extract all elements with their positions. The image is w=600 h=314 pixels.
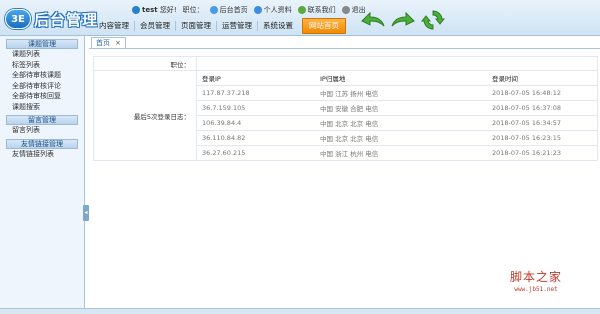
- logo-text: 后台管理: [34, 10, 99, 29]
- forward-arrow-icon[interactable]: [390, 9, 416, 31]
- nav-pages[interactable]: 页面管理: [176, 21, 217, 31]
- cell-ip: 36.27.60.215: [202, 148, 246, 157]
- sidebar-group-title[interactable]: 课题管理: [6, 39, 78, 49]
- watermark-title: 脚本之家: [510, 270, 563, 284]
- cell-location: 中国 江苏 扬州 电信: [315, 85, 487, 101]
- table-row: 117.87.37.218 中国 江苏 扬州 电信 2018-07-05 16:…: [197, 85, 597, 101]
- home-link-label: 后台首页: [219, 6, 248, 14]
- refresh-icon[interactable]: [420, 9, 446, 31]
- tab-bar: 首页 ×: [89, 36, 600, 49]
- sidebar-item-tag-list[interactable]: 标签列表: [0, 60, 84, 71]
- back-arrow-icon[interactable]: [360, 9, 386, 31]
- sidebar-item-pending-comments[interactable]: 全部待审核评论: [0, 81, 84, 92]
- nav-operations[interactable]: 运营管理: [217, 21, 258, 31]
- watermark: 脚本之家 www.jb51.net: [510, 268, 562, 293]
- person-icon: [253, 6, 262, 14]
- logout-icon: [341, 6, 350, 14]
- cell-ip: 117.87.37.218: [197, 85, 315, 101]
- logo: 3E 后台管理: [5, 8, 98, 30]
- toolbar: [360, 9, 450, 31]
- watermark-url: www.jb51.net: [514, 286, 558, 293]
- bottom-bar: [0, 308, 600, 314]
- nav-settings[interactable]: 系统设置: [258, 21, 298, 31]
- profile-link[interactable]: 个人资料: [253, 5, 292, 15]
- cell-time: 2018-07-05 16:34:57: [487, 115, 597, 131]
- sidebar-group-links: 友情链接管理 友情链接列表: [0, 138, 84, 160]
- close-icon[interactable]: ×: [115, 39, 121, 47]
- table-row: 36.7.159.105 中国 安徽 合肥 电信 2018-07-05 16:3…: [197, 100, 597, 116]
- sidebar-item-topic-list[interactable]: 课题列表: [0, 49, 84, 60]
- sidebar-item-topic-search[interactable]: 课题搜索: [0, 102, 84, 113]
- sidebar-item-pending-topics[interactable]: 全部待审核课题: [0, 70, 84, 81]
- sidebar: 课题管理 课题列表 标签列表 全部待审核课题 全部待审核评论 全部待审核回复 课…: [0, 36, 85, 308]
- cell-ip: 36.110.84.82: [197, 130, 315, 146]
- tab-home-label: 首页: [96, 39, 110, 47]
- home-link[interactable]: 后台首页: [209, 5, 248, 15]
- info-table: 职位： 最后5次登录日志： 登录IP IP归属地 登录时间 117.87.37.…: [93, 56, 598, 161]
- column-header: 登录时间: [487, 71, 597, 86]
- cell-location: 中国 北京 北京 电信: [315, 130, 487, 146]
- sidebar-item-pending-replies[interactable]: 全部待审核回复: [0, 91, 84, 102]
- contact-link-label: 联系我们: [307, 6, 336, 14]
- role-field-value: [196, 56, 598, 71]
- contact-link[interactable]: 联系我们: [297, 5, 336, 15]
- header: 3E 后台管理 test 您好! 职位： 后台首页 个人资料 联系我们 退出 内…: [0, 0, 600, 36]
- user-icon: [132, 6, 140, 14]
- sidebar-group-messages: 留言管理 留言列表: [0, 115, 84, 136]
- table-row: 36.110.84.82 中国 北京 北京 电信 2018-07-05 16:2…: [197, 130, 597, 146]
- sidebar-item-friend-links[interactable]: 友情链接列表: [0, 149, 84, 160]
- site-home-button[interactable]: 网站首页: [302, 18, 346, 34]
- table-header: 登录IP IP归属地 登录时间: [197, 71, 597, 86]
- greeting: 您好!: [159, 6, 177, 14]
- profile-link-label: 个人资料: [263, 6, 292, 14]
- logo-mark: 3E: [5, 9, 31, 29]
- home-icon: [209, 6, 218, 14]
- user-info: test 您好!: [132, 5, 177, 15]
- username: test: [142, 6, 158, 14]
- top-nav: 内容管理 会员管理 页面管理 运营管理 系统设置 网站首页: [94, 18, 346, 34]
- user-bar: test 您好! 职位： 后台首页 个人资料 联系我们 退出: [132, 5, 372, 15]
- cell-location: 中国 浙江 杭州 电信: [320, 149, 379, 158]
- nav-content[interactable]: 内容管理: [94, 21, 135, 31]
- sidebar-group-topics: 课题管理 课题列表 标签列表 全部待审核课题 全部待审核评论 全部待审核回复 课…: [0, 39, 84, 112]
- role-label: 职位：: [182, 6, 204, 14]
- tab-home[interactable]: 首页 ×: [91, 37, 126, 48]
- content: 职位： 最后5次登录日志： 登录IP IP归属地 登录时间 117.87.37.…: [93, 56, 598, 161]
- cell-time: 2018-07-05 16:21:23: [492, 148, 562, 157]
- sidebar-item-message-list[interactable]: 留言列表: [0, 125, 84, 136]
- contact-icon: [297, 6, 306, 14]
- role-field-label: 职位：: [93, 56, 197, 71]
- cell-time: 2018-07-05 16:23:15: [487, 130, 597, 146]
- cell-location: 中国 安徽 合肥 电信: [315, 100, 487, 116]
- column-header: 登录IP: [197, 71, 315, 86]
- sidebar-group-title[interactable]: 留言管理: [6, 115, 78, 125]
- column-header: IP归属地: [315, 71, 487, 86]
- cell-time: 2018-07-05 16:48:12: [487, 85, 597, 101]
- cell-time: 2018-07-05 16:37:08: [487, 100, 597, 116]
- nav-members[interactable]: 会员管理: [135, 21, 176, 31]
- login-log-label: 最后5次登录日志：: [93, 70, 197, 161]
- cell-ip: 106.39.84.4: [197, 115, 315, 131]
- sidebar-group-title[interactable]: 友情链接管理: [6, 138, 78, 149]
- cell-location: 中国 北京 北京 电信: [315, 115, 487, 131]
- login-log-table: 登录IP IP归属地 登录时间 117.87.37.218 中国 江苏 扬州 电…: [197, 71, 597, 160]
- cell-ip: 36.7.159.105: [197, 100, 315, 116]
- table-row: 36.27.60.215 中国 浙江 杭州 电信 2018-07-05 16:2…: [197, 145, 597, 160]
- table-row: 106.39.84.4 中国 北京 北京 电信 2018-07-05 16:34…: [197, 115, 597, 131]
